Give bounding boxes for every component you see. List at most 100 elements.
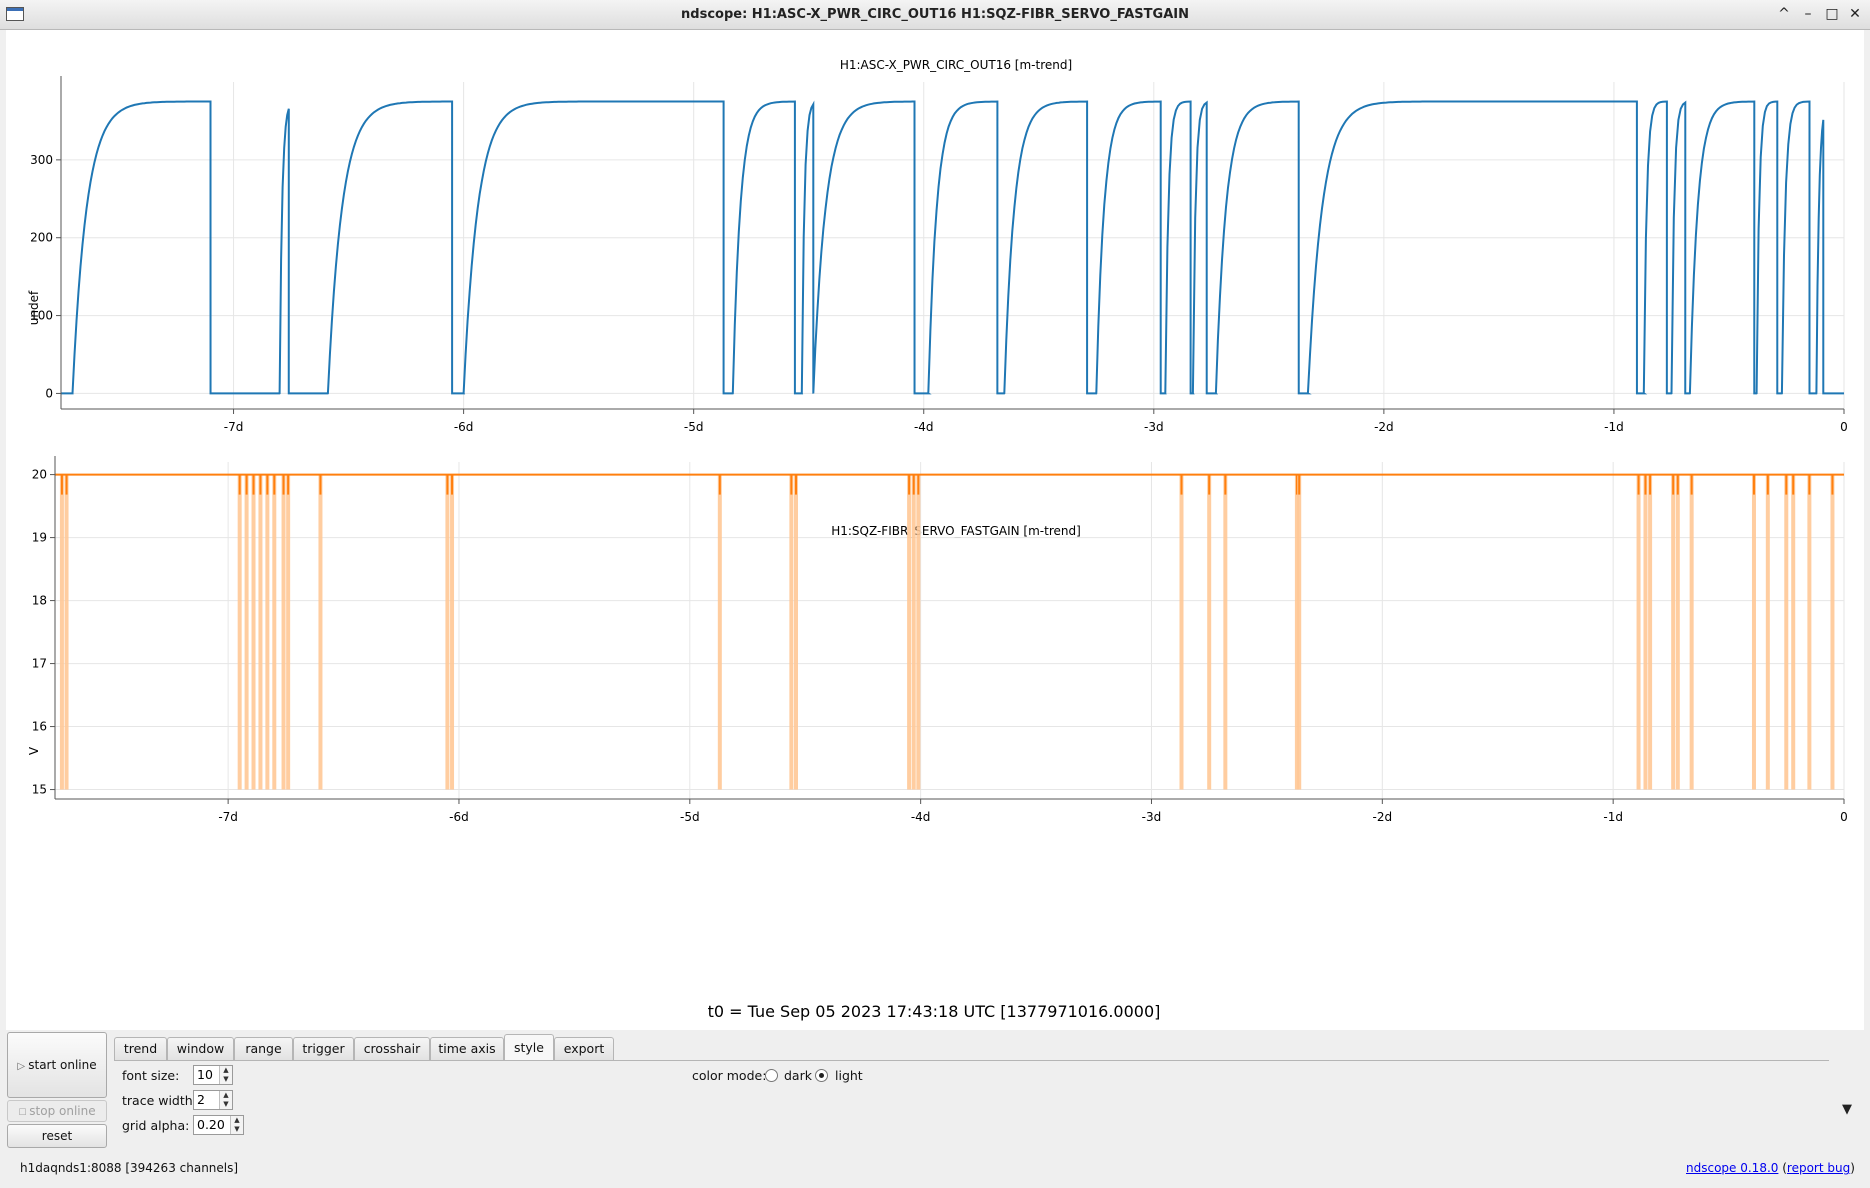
xtick-label: -5d — [680, 810, 700, 824]
tab-range[interactable]: range — [234, 1037, 293, 1060]
ytick-label: 0 — [45, 386, 53, 400]
dip-band — [64, 474, 69, 790]
tab-crosshair[interactable]: crosshair — [354, 1037, 430, 1060]
dip-band — [59, 474, 64, 790]
dip-band — [1830, 474, 1835, 790]
dip-band — [916, 474, 921, 790]
xtick-label: -7d — [218, 810, 238, 824]
dip-band — [793, 474, 798, 790]
version-info: ndscope 0.18.0 (report bug) — [1686, 1161, 1855, 1175]
ytick-label: 100 — [30, 309, 53, 323]
dip-band — [1648, 474, 1653, 790]
plot-1-xticks: -7d -6d -5d -4d -3d -2d -1d 0 — [224, 420, 1848, 434]
spin-arrows-icon[interactable]: ▲ ▼ — [230, 1116, 243, 1134]
spin-arrows-icon[interactable]: ▲ ▼ — [219, 1066, 232, 1084]
maximize-up-icon[interactable]: ^ — [1774, 4, 1794, 24]
reset-button[interactable]: reset — [7, 1124, 107, 1148]
version-link[interactable]: ndscope 0.18.0 — [1686, 1161, 1778, 1175]
color-mode-dark-label[interactable]: dark — [784, 1068, 812, 1083]
dip-band — [717, 474, 722, 790]
xtick-label: -4d — [911, 810, 931, 824]
xtick-label: -3d — [1142, 810, 1162, 824]
xtick-label: -4d — [914, 420, 934, 434]
xtick-label: 0 — [1840, 420, 1848, 434]
dip-band — [318, 474, 323, 790]
color-mode-light-label[interactable]: light — [835, 1068, 863, 1083]
dip-band — [1636, 474, 1641, 790]
dip-band — [281, 474, 286, 790]
dip-band — [1689, 474, 1694, 790]
spin-arrows-icon[interactable]: ▲ ▼ — [219, 1091, 232, 1109]
report-bug-link[interactable]: report bug — [1787, 1161, 1850, 1175]
xtick-label: -7d — [224, 420, 244, 434]
plot-2[interactable]: H1:SQZ-FIBR_SERVO_FASTGAIN [m-trend] V 1… — [27, 456, 1848, 824]
tab-style[interactable]: style — [504, 1034, 554, 1061]
control-panel: ▷ start online ☐ stop online reset trend… — [0, 1030, 1870, 1188]
ytick-label: 18 — [32, 594, 47, 608]
ytick-label: 20 — [32, 468, 47, 482]
tab-trend[interactable]: trend — [114, 1037, 167, 1060]
dip-band — [286, 474, 291, 790]
trace-width-label: trace width: — [122, 1093, 197, 1108]
plot-area[interactable]: H1:ASC-X_PWR_CIRC_OUT16 [m-trend] undef … — [6, 30, 1864, 1030]
color-mode-dark-radio[interactable] — [765, 1069, 778, 1082]
server-status: h1daqnds1:8088 [394263 channels] — [20, 1161, 239, 1175]
maximize-icon[interactable]: □ — [1822, 4, 1842, 24]
dip-band — [1207, 474, 1212, 790]
ytick-label: 19 — [32, 531, 47, 545]
xtick-label: -2d — [1373, 810, 1393, 824]
dip-band — [1675, 474, 1680, 790]
xtick-label: -2d — [1374, 420, 1394, 434]
plot-1-yticks: 0 100 200 300 — [30, 153, 53, 401]
tab-window[interactable]: window — [167, 1037, 234, 1060]
grid-alpha-spinbox[interactable]: 0.20 ▲ ▼ — [193, 1115, 244, 1135]
plot-2-xticks: -7d -6d -5d -4d -3d -2d -1d 0 — [218, 810, 1847, 824]
dip-band — [272, 474, 277, 790]
dip-band — [237, 474, 242, 790]
ytick-label: 300 — [30, 153, 53, 167]
tab-trigger[interactable]: trigger — [293, 1037, 354, 1060]
dip-band — [1179, 474, 1184, 790]
tab-divider — [114, 1060, 1829, 1061]
xtick-label: -5d — [684, 420, 704, 434]
dip-band — [1784, 474, 1789, 790]
dip-band — [445, 474, 450, 790]
trace-width-spinbox[interactable]: 2 ▲ ▼ — [193, 1090, 233, 1110]
dip-band — [1791, 474, 1796, 790]
dip-band — [789, 474, 794, 790]
minimize-icon[interactable]: – — [1798, 4, 1818, 24]
stop-online-button[interactable]: ☐ stop online — [7, 1100, 107, 1122]
font-size-spinbox[interactable]: 10 ▲ ▼ — [193, 1065, 233, 1085]
xtick-label: -1d — [1603, 810, 1623, 824]
plot-2-dips — [59, 474, 1835, 790]
xtick-label: -6d — [449, 810, 469, 824]
dip-band — [1751, 474, 1756, 790]
dip-band — [911, 474, 916, 790]
dip-band — [1765, 474, 1770, 790]
title-bar: ndscope: H1:ASC-X_PWR_CIRC_OUT16 H1:SQZ-… — [0, 0, 1870, 30]
plots-svg[interactable]: H1:ASC-X_PWR_CIRC_OUT16 [m-trend] undef … — [6, 30, 1864, 1030]
plot-1-axes — [56, 76, 1845, 414]
dip-band — [450, 474, 455, 790]
dip-band — [907, 474, 912, 790]
dip-band — [1223, 474, 1228, 790]
xtick-label: -1d — [1604, 420, 1624, 434]
window-title: ndscope: H1:ASC-X_PWR_CIRC_OUT16 H1:SQZ-… — [681, 7, 1189, 22]
stop-icon: ☐ — [18, 1108, 30, 1118]
expand-arrow-icon[interactable]: ▼ — [1842, 1102, 1852, 1117]
plot-2-ylabel: V — [27, 746, 41, 755]
tab-export[interactable]: export — [554, 1037, 614, 1060]
grid-alpha-label: grid alpha: — [122, 1118, 190, 1133]
dip-band — [265, 474, 270, 790]
start-online-button[interactable]: ▷ start online — [7, 1032, 107, 1098]
dip-band — [251, 474, 256, 790]
plot-1[interactable]: H1:ASC-X_PWR_CIRC_OUT16 [m-trend] undef … — [27, 58, 1848, 434]
tab-time-axis[interactable]: time axis — [430, 1037, 504, 1060]
ytick-label: 200 — [30, 231, 53, 245]
close-icon[interactable]: ✕ — [1845, 4, 1865, 24]
font-size-label: font size: — [122, 1068, 180, 1083]
plot-1-grid — [61, 82, 1845, 409]
color-mode-light-radio[interactable] — [815, 1069, 828, 1082]
plot-1-trace — [61, 100, 1844, 395]
xtick-label: -6d — [454, 420, 474, 434]
